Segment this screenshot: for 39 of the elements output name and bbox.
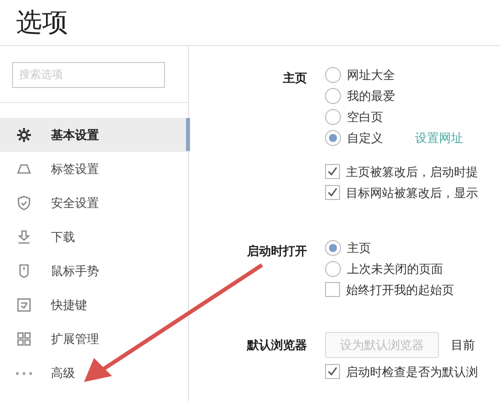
- sidebar-item[interactable]: 扩展管理: [0, 322, 188, 356]
- section-label: 主页: [283, 71, 307, 85]
- option-label: 启动时检查是否为默认浏: [346, 364, 478, 380]
- sidebar-item[interactable]: 安全设置: [0, 186, 188, 220]
- option-label: 网址大全: [347, 66, 395, 84]
- sidebar-item[interactable]: 高级: [0, 356, 188, 390]
- section-label: 启动时打开: [247, 244, 307, 258]
- dots-icon: [16, 372, 32, 374]
- status-text: 目前: [451, 337, 475, 354]
- option-label: 主页被篡改后，启动时提: [346, 164, 478, 180]
- checkbox[interactable]: [325, 185, 340, 200]
- section-label: 默认浏览器: [247, 338, 307, 352]
- option-label: 空白页: [347, 108, 383, 126]
- option-label: 自定义: [347, 130, 383, 146]
- option-label: 目标网站被篡改后，显示: [346, 184, 478, 202]
- radio-button[interactable]: [325, 260, 341, 276]
- gear-icon: [16, 127, 32, 143]
- download-icon: [16, 229, 32, 245]
- sidebar-item[interactable]: 基本设置: [0, 118, 188, 152]
- grid-icon: [16, 331, 32, 347]
- checkbox[interactable]: [325, 164, 340, 179]
- checkbox[interactable]: [325, 282, 340, 297]
- radio-button[interactable]: [325, 108, 341, 124]
- sidebar-item[interactable]: 快捷键: [0, 288, 188, 322]
- option-label: 我的最爱: [347, 88, 395, 104]
- option-label: 主页: [347, 240, 371, 256]
- sidebar-item[interactable]: 鼠标手势: [0, 254, 188, 288]
- window-title: 选项: [16, 6, 69, 39]
- sidebar-item[interactable]: 标签设置: [0, 152, 188, 186]
- option-label: 始终打开我的起始页: [346, 282, 454, 298]
- checkbox[interactable]: [325, 364, 340, 379]
- radio-button[interactable]: [325, 130, 341, 146]
- sidebar-item[interactable]: 下载: [0, 220, 188, 254]
- scrollbar-thumb[interactable]: [186, 118, 190, 151]
- radio-button[interactable]: [325, 240, 341, 256]
- radio-button[interactable]: [325, 66, 341, 82]
- shield-icon: [16, 195, 32, 211]
- option-label: 上次未关闭的页面: [347, 260, 443, 278]
- radio-button[interactable]: [325, 88, 341, 104]
